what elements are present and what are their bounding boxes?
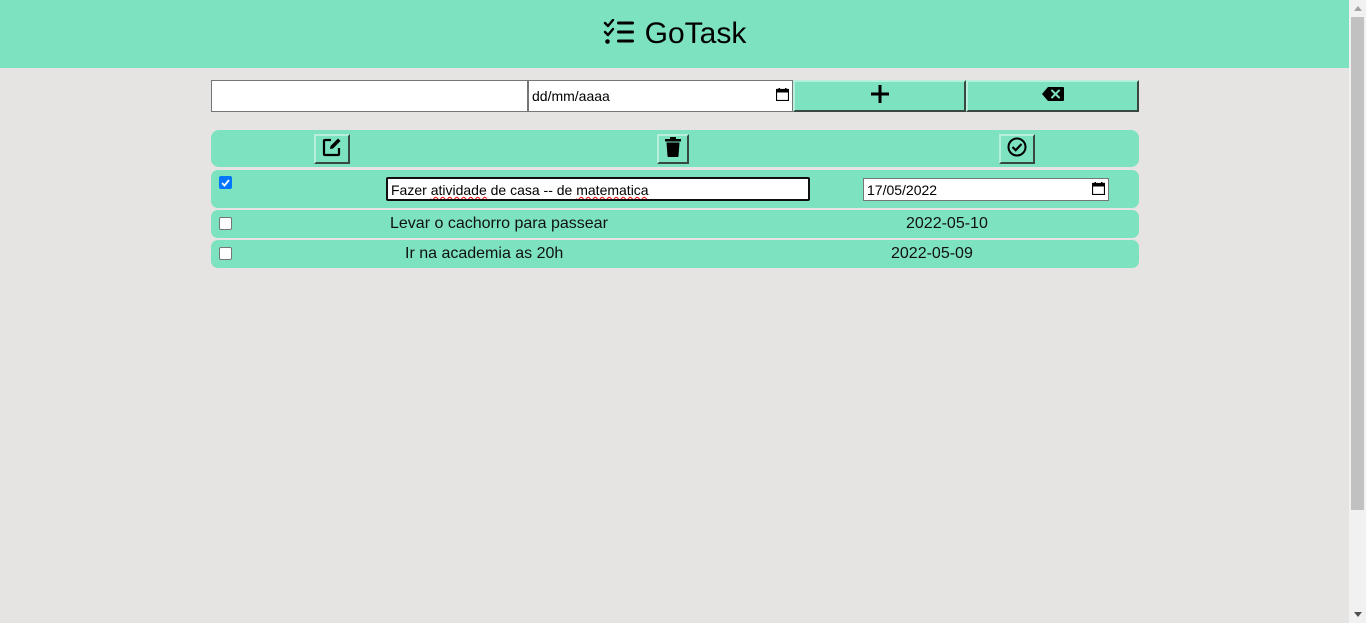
task-date-input[interactable]: dd/mm/aaaa	[528, 80, 793, 112]
new-task-form: dd/mm/aaaa	[211, 80, 1139, 112]
scroll-up-arrow-icon[interactable]	[1349, 0, 1366, 17]
task-text-misspelled: atividade	[430, 182, 487, 198]
task-row[interactable]: Levar o cachorro para passear 2022-05-10	[211, 210, 1139, 238]
edit-task-text-input[interactable]: Fazer atividade de casa -- de matematica	[386, 177, 810, 201]
task-text-part: de casa -- de	[486, 182, 577, 198]
task-text: Levar o cachorro para passear	[390, 215, 608, 232]
task-checkbox[interactable]	[219, 176, 232, 189]
task-checkbox[interactable]	[219, 217, 232, 230]
check-circle-icon	[1007, 137, 1027, 162]
complete-task-button[interactable]	[999, 134, 1035, 164]
trash-icon	[665, 136, 681, 162]
delete-task-button[interactable]	[657, 134, 689, 164]
task-text-misspelled: matematica	[576, 182, 649, 198]
task-date: 2022-05-10	[906, 215, 988, 232]
task-text-part: Fazer	[391, 182, 431, 198]
calendar-icon[interactable]	[1091, 181, 1106, 198]
task-checkbox[interactable]	[219, 247, 232, 260]
task-row[interactable]: Fazer atividade de casa -- de matematica…	[211, 170, 1139, 208]
clear-input-button[interactable]	[966, 80, 1139, 112]
task-row[interactable]: Ir na academia as 20h 2022-05-09	[211, 240, 1139, 268]
task-date-value: 17/05/2022	[867, 181, 938, 198]
backspace-icon	[1041, 86, 1064, 106]
edit-task-button[interactable]	[314, 134, 350, 164]
task-list-icon	[603, 18, 635, 50]
scroll-down-arrow-icon[interactable]	[1349, 606, 1366, 623]
plus-icon	[870, 84, 889, 108]
date-placeholder: dd/mm/aaaa	[532, 88, 610, 104]
app-title: GoTask	[644, 17, 747, 50]
calendar-icon[interactable]	[775, 88, 790, 104]
task-text-input[interactable]	[211, 80, 528, 112]
page-scrollbar[interactable]	[1349, 0, 1366, 623]
scrollbar-thumb[interactable]	[1351, 17, 1364, 510]
edit-icon	[322, 137, 342, 162]
task-date: 2022-05-09	[891, 245, 973, 262]
brand: GoTask	[603, 17, 747, 51]
task-text: Ir na academia as 20h	[405, 245, 564, 262]
app-header: GoTask	[0, 0, 1349, 68]
add-task-button[interactable]	[793, 80, 966, 112]
edit-task-date-input[interactable]: 17/05/2022	[863, 178, 1109, 201]
task-actions-toolbar	[211, 130, 1139, 167]
